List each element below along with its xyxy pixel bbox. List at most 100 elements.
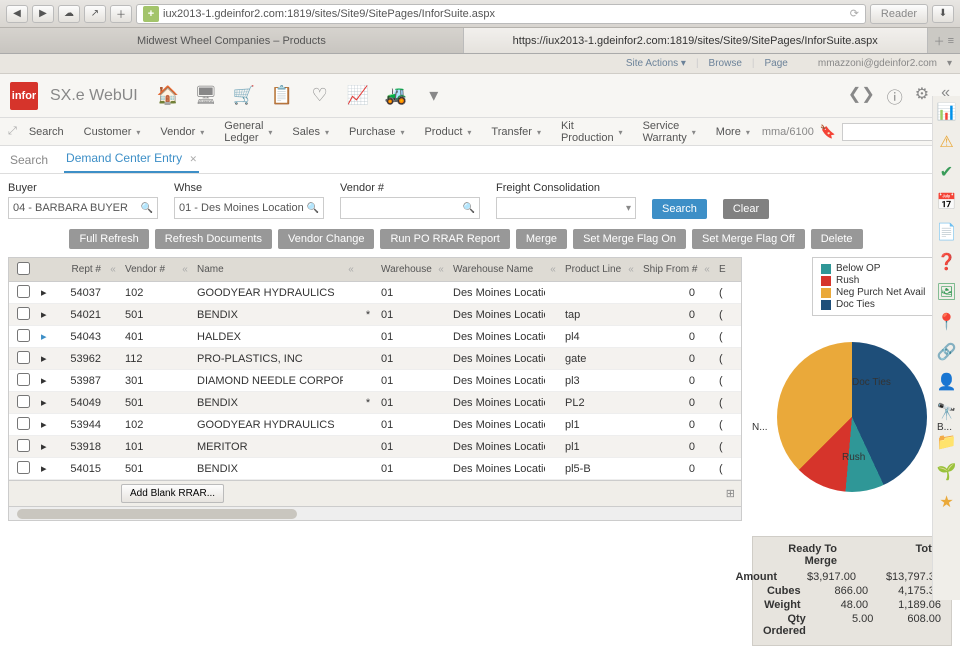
col-product-line[interactable]: Product Line xyxy=(561,264,623,275)
row-checkbox[interactable] xyxy=(17,351,30,364)
menu-product[interactable]: Product xyxy=(416,126,479,138)
table-row[interactable]: ▸ 53987 301 DIAMOND NEEDLE CORPORATION 0… xyxy=(9,370,741,392)
refresh-docs-button[interactable]: Refresh Documents xyxy=(155,229,272,249)
menu-kit[interactable]: Kit Production xyxy=(553,120,631,144)
expand-icon[interactable]: ▸ xyxy=(41,353,47,365)
lookup-icon[interactable]: 🔍 xyxy=(463,203,475,214)
sp-caret-icon[interactable]: ▾ xyxy=(947,58,952,69)
vendor-change-button[interactable]: Vendor Change xyxy=(278,229,374,249)
merge-off-button[interactable]: Set Merge Flag Off xyxy=(692,229,805,249)
row-checkbox[interactable] xyxy=(17,329,30,342)
rail-calendar-icon[interactable]: 📅 xyxy=(937,192,957,212)
add-blank-rrar-button[interactable]: Add Blank RRAR... xyxy=(121,484,224,503)
vendor-input[interactable]: 🔍 xyxy=(340,197,480,219)
row-checkbox[interactable] xyxy=(17,307,30,320)
server-icon[interactable]: 🖥 xyxy=(188,78,224,114)
rail-check-icon[interactable]: ✔ xyxy=(937,162,957,182)
tab-add-icon[interactable]: ＋ xyxy=(934,33,945,49)
sp-user[interactable]: mmazzoni@gdeinfor2.com xyxy=(818,58,937,69)
rail-doc-icon[interactable]: 📄 xyxy=(937,222,957,242)
table-row[interactable]: ▸ 54015 501 BENDIX 01 Des Moines Locatio… xyxy=(9,458,741,480)
merge-button[interactable]: Merge xyxy=(516,229,567,249)
reload-icon[interactable]: ⟳ xyxy=(850,7,859,20)
table-row[interactable]: ▸ 53918 101 MERITOR 01 Des Moines Locati… xyxy=(9,436,741,458)
tab-search[interactable]: Search xyxy=(8,147,50,173)
table-row[interactable]: ▸ 53962 112 PRO-PLASTICS, INC 01 Des Moi… xyxy=(9,348,741,370)
forklift2-icon[interactable]: 🚜 xyxy=(378,78,414,114)
lookup-icon[interactable]: 🔍 xyxy=(307,203,319,214)
tab-demand-center[interactable]: Demand Center Entry ✕ xyxy=(64,145,199,173)
grid-h-scrollbar[interactable] xyxy=(9,506,741,520)
col-warehouse[interactable]: Warehouse xyxy=(377,264,433,275)
site-actions-menu[interactable]: Site Actions ▾ xyxy=(626,58,686,69)
gear-icon[interactable]: ⚙ xyxy=(915,84,929,108)
expand-icon[interactable]: ▸ xyxy=(41,331,47,343)
col-warehouse-name[interactable]: Warehouse Name xyxy=(449,264,545,275)
menu-expand-icon[interactable]: ⤢ xyxy=(8,125,17,138)
share-icon[interactable]: ❮❯ xyxy=(848,84,875,108)
delete-button[interactable]: Delete xyxy=(811,229,863,249)
reader-button[interactable]: Reader xyxy=(870,4,928,24)
rail-alert-icon[interactable]: ⚠ xyxy=(937,132,957,152)
menu-search[interactable]: Search xyxy=(21,126,72,138)
row-checkbox[interactable] xyxy=(17,395,30,408)
table-row[interactable]: ▸ 54021 501 BENDIX * 01 Des Moines Locat… xyxy=(9,304,741,326)
rail-image-icon[interactable]: 🖼 xyxy=(937,282,957,302)
menu-warranty[interactable]: Service Warranty xyxy=(635,120,704,144)
header-caret-icon[interactable]: ▾ xyxy=(416,78,452,114)
rail-help-icon[interactable]: ❓ xyxy=(937,252,957,272)
col-vendor[interactable]: Vendor # xyxy=(121,264,177,275)
menu-sales[interactable]: Sales xyxy=(284,126,337,138)
menu-transfer[interactable]: Transfer xyxy=(483,126,549,138)
expand-icon[interactable]: ▸ xyxy=(41,287,47,299)
search-button[interactable]: Search xyxy=(652,199,707,219)
chevron-down-icon[interactable]: ▾ xyxy=(626,203,631,214)
cloud-icon[interactable]: ☁ xyxy=(58,5,80,23)
expand-icon[interactable]: ▸ xyxy=(41,419,47,431)
lookup-icon[interactable]: 🔍 xyxy=(141,203,153,214)
clipboard-icon[interactable]: 📋 xyxy=(264,78,300,114)
expand-icon[interactable]: ▸ xyxy=(41,309,47,321)
heart-icon[interactable]: ♡ xyxy=(302,78,338,114)
row-checkbox[interactable] xyxy=(17,285,30,298)
browser-tab-2[interactable]: https://iux2013-1.gdeinfor2.com:1819/sit… xyxy=(464,28,928,53)
col-name[interactable]: Name xyxy=(193,264,343,275)
browser-tab-1[interactable]: Midwest Wheel Companies – Products xyxy=(0,28,464,53)
select-all-checkbox[interactable] xyxy=(17,262,30,275)
browse-link[interactable]: Browse xyxy=(709,58,742,69)
buyer-input[interactable]: 04 - BARBARA BUYER🔍 xyxy=(8,197,158,219)
menu-more[interactable]: More xyxy=(708,126,758,138)
page-link[interactable]: Page xyxy=(765,58,788,69)
chart-icon[interactable]: 📈 xyxy=(340,78,376,114)
row-checkbox[interactable] xyxy=(17,461,30,474)
whse-input[interactable]: 01 - Des Moines Location🔍 xyxy=(174,197,324,219)
row-checkbox[interactable] xyxy=(17,439,30,452)
bookmark-icon[interactable]: 🔖 xyxy=(820,124,836,140)
tab-overflow-icon[interactable]: ≡ xyxy=(948,35,954,47)
rail-chart-icon[interactable]: 📊 xyxy=(937,102,957,122)
clear-button[interactable]: Clear xyxy=(723,199,769,219)
share-icon[interactable]: ↗ xyxy=(84,5,106,23)
run-po-rrar-button[interactable]: Run PO RRAR Report xyxy=(380,229,509,249)
forklift-icon[interactable]: 🛒 xyxy=(226,78,262,114)
home-icon[interactable]: 🏠 xyxy=(150,78,186,114)
row-checkbox[interactable] xyxy=(17,417,30,430)
menu-vendor[interactable]: Vendor xyxy=(152,126,212,138)
download-icon[interactable]: ⬇ xyxy=(932,5,954,23)
menu-gl[interactable]: General Ledger xyxy=(216,120,280,144)
expand-icon[interactable]: ▸ xyxy=(41,463,47,475)
info-icon[interactable]: ⓘ xyxy=(887,84,903,108)
back-button[interactable]: ◀ xyxy=(6,5,28,23)
expand-icon[interactable]: ▸ xyxy=(41,441,47,453)
merge-on-button[interactable]: Set Merge Flag On xyxy=(573,229,686,249)
table-row[interactable]: ▸ 54049 501 BENDIX * 01 Des Moines Locat… xyxy=(9,392,741,414)
menu-purchase[interactable]: Purchase xyxy=(341,126,413,138)
table-row[interactable]: ▸ 54037 102 GOODYEAR HYDRAULICS 01 Des M… xyxy=(9,282,741,304)
menu-customer[interactable]: Customer xyxy=(76,126,149,138)
forward-button[interactable]: ▶ xyxy=(32,5,54,23)
row-checkbox[interactable] xyxy=(17,373,30,386)
table-row[interactable]: ▸ 54043 401 HALDEX 01 Des Moines Locatio… xyxy=(9,326,741,348)
expand-icon[interactable]: ▸ xyxy=(41,397,47,409)
url-bar[interactable]: + iux2013-1.gdeinfor2.com:1819/sites/Sit… xyxy=(136,4,866,24)
col-rept[interactable]: Rept # xyxy=(57,264,105,275)
